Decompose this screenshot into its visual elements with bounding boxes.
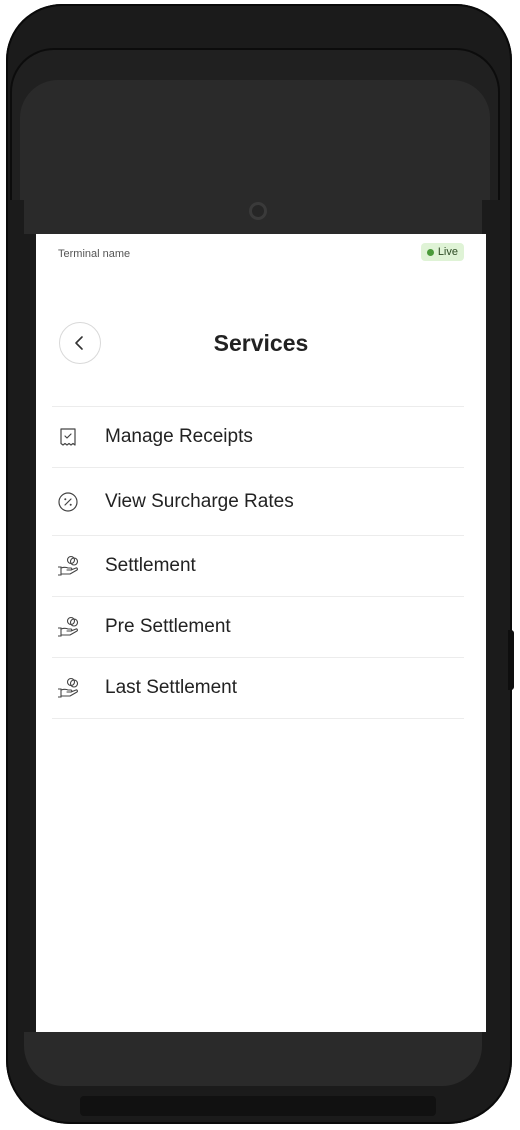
receipt-check-icon	[56, 425, 80, 449]
device-side-button	[508, 630, 514, 690]
menu-item-label: Manage Receipts	[105, 426, 253, 447]
camera-icon	[249, 202, 267, 220]
live-dot-icon	[426, 248, 434, 256]
menu-item-label: Pre Settlement	[105, 616, 231, 637]
percent-circle-icon	[56, 490, 80, 514]
menu-item-view-surcharge-rates[interactable]: View Surcharge Rates	[52, 468, 464, 536]
page-header: Services	[36, 322, 486, 368]
hand-coins-icon	[56, 615, 80, 639]
menu-item-settlement[interactable]: Settlement	[52, 536, 464, 597]
menu-item-label: View Surcharge Rates	[105, 490, 294, 512]
device-top-bezel	[10, 48, 500, 200]
screen: Terminal name Live Services Manage Recei…	[36, 234, 486, 1032]
terminal-name-label: Terminal name	[58, 248, 131, 260]
menu-item-pre-settlement[interactable]: Pre Settlement	[52, 597, 464, 658]
hand-coins-icon	[56, 676, 80, 700]
device-foot	[80, 1096, 436, 1116]
live-status-label: Live	[437, 246, 458, 258]
device-bottom-bezel	[24, 1032, 482, 1086]
menu-item-label: Last Settlement	[105, 677, 238, 698]
menu-item-manage-receipts[interactable]: Manage Receipts	[52, 407, 464, 468]
menu-item-last-settlement[interactable]: Last Settlement	[52, 658, 464, 719]
hand-coins-icon	[56, 554, 80, 578]
status-bar: Terminal name Live	[36, 234, 486, 274]
page-title: Services	[213, 330, 309, 356]
live-status-badge: Live	[420, 243, 464, 261]
services-menu: Manage Receipts View Surcharge Rates Set…	[52, 406, 464, 719]
menu-item-label: Settlement	[105, 555, 196, 576]
